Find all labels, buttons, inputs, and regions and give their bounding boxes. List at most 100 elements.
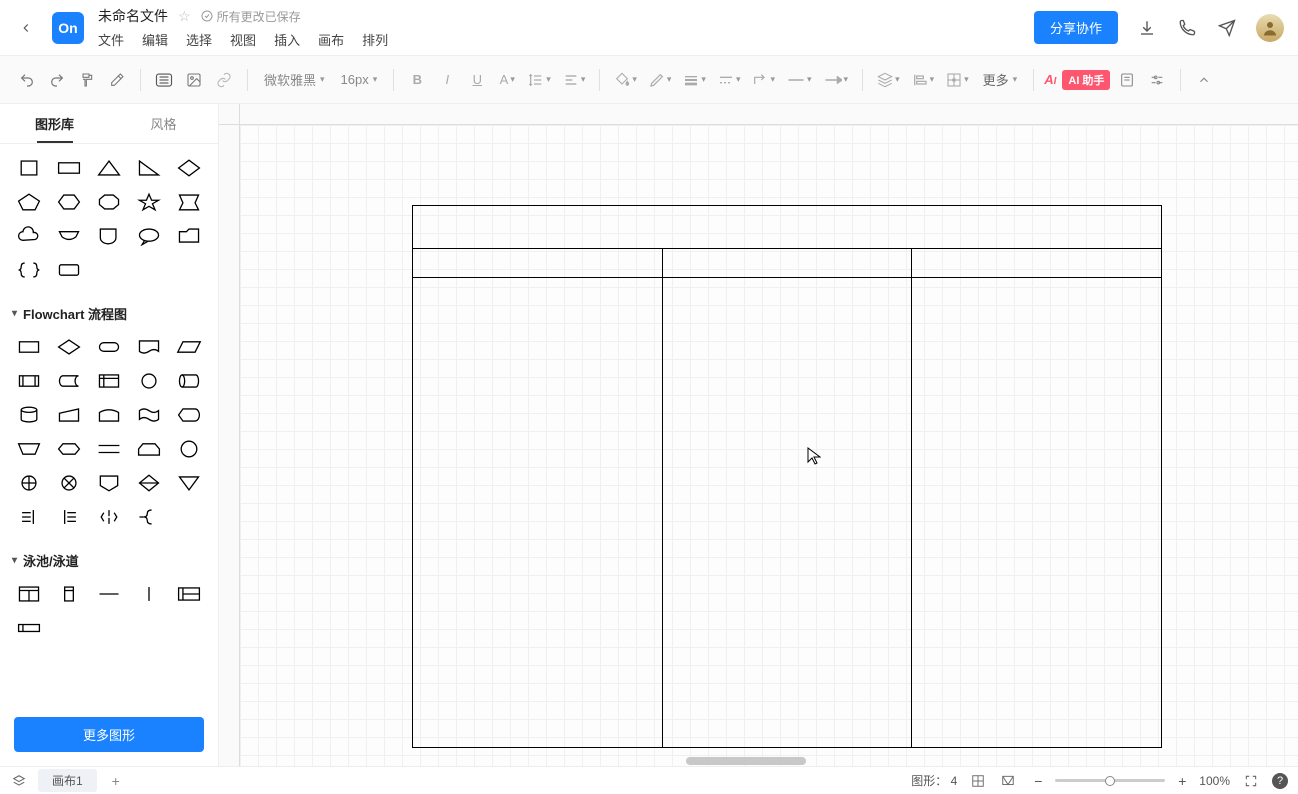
menu-view[interactable]: 视图 xyxy=(230,30,256,49)
swimlane-lane-1[interactable] xyxy=(412,278,663,748)
fc-database[interactable] xyxy=(12,401,46,429)
shape-pentagon[interactable] xyxy=(12,188,46,216)
fc-manual-op[interactable] xyxy=(12,435,46,463)
line-dash-button[interactable]: ▾ xyxy=(714,66,745,94)
eyedropper-button[interactable] xyxy=(104,66,130,94)
fill-color-button[interactable]: ▾ xyxy=(610,66,641,94)
shape-callout[interactable] xyxy=(132,222,166,250)
more-button[interactable]: 更多▾ xyxy=(977,70,1024,89)
undo-button[interactable] xyxy=(14,66,40,94)
ruler-horizontal[interactable] xyxy=(240,104,1298,125)
connector-type-button[interactable]: ▾ xyxy=(748,66,779,94)
group-button[interactable]: ▾ xyxy=(942,66,973,94)
star-icon[interactable]: ☆ xyxy=(178,8,191,25)
fc-process[interactable] xyxy=(12,333,46,361)
shape-rounded-rect-alt[interactable] xyxy=(52,256,86,284)
fc-parallel[interactable] xyxy=(92,435,126,463)
fc-connector[interactable] xyxy=(132,367,166,395)
layers-icon[interactable] xyxy=(10,772,28,790)
container-button[interactable] xyxy=(151,66,177,94)
stroke-color-button[interactable]: ▾ xyxy=(645,66,676,94)
h-scrollbar[interactable] xyxy=(261,756,1298,766)
ruler-vertical[interactable] xyxy=(219,125,240,766)
align-button[interactable]: ▾ xyxy=(559,66,590,94)
fc-predefined[interactable] xyxy=(12,367,46,395)
pool-lane-v[interactable] xyxy=(52,580,86,608)
collapse-panel-button[interactable] xyxy=(1191,66,1217,94)
fc-annotation-r[interactable] xyxy=(12,503,46,531)
ai-assistant-button[interactable]: AI AI 助手 xyxy=(1044,70,1110,90)
redo-button[interactable] xyxy=(44,66,70,94)
canvas[interactable] xyxy=(240,125,1298,766)
font-color-button[interactable]: A▾ xyxy=(494,66,520,94)
shape-library[interactable]: Flowchart 流程图 xyxy=(0,144,218,707)
tab-styles[interactable]: 风格 xyxy=(109,104,218,143)
link-button[interactable] xyxy=(211,66,237,94)
section-pool[interactable]: 泳池/泳道 xyxy=(12,541,210,574)
zoom-thumb[interactable] xyxy=(1105,776,1115,786)
bold-button[interactable]: B xyxy=(404,66,430,94)
fc-annotation-l[interactable] xyxy=(52,503,86,531)
outline-view-icon[interactable] xyxy=(999,772,1017,790)
pool-sep-h[interactable] xyxy=(92,580,126,608)
fc-preparation[interactable] xyxy=(52,435,86,463)
doc-title[interactable]: 未命名文件 xyxy=(98,6,168,26)
page-tab[interactable]: 画布1 xyxy=(38,769,97,792)
shape-rect[interactable] xyxy=(52,154,86,182)
swimlane-header-3[interactable] xyxy=(912,249,1162,278)
fc-sum-junction[interactable] xyxy=(12,469,46,497)
shape-diamond[interactable] xyxy=(172,154,206,182)
fc-card[interactable] xyxy=(92,401,126,429)
shape-octagon[interactable] xyxy=(92,188,126,216)
fc-tape[interactable] xyxy=(132,401,166,429)
fc-database-h[interactable] xyxy=(172,367,206,395)
h-scroll-thumb[interactable] xyxy=(686,757,806,765)
swimlane-shape[interactable] xyxy=(412,205,1162,748)
fc-terminator[interactable] xyxy=(92,333,126,361)
fc-internal-storage[interactable] xyxy=(92,367,126,395)
shape-shield[interactable] xyxy=(172,188,206,216)
zoom-slider[interactable] xyxy=(1055,779,1165,782)
pool-sep-v[interactable] xyxy=(132,580,166,608)
image-button[interactable] xyxy=(181,66,207,94)
share-button[interactable]: 分享协作 xyxy=(1034,11,1118,44)
menu-arrange[interactable]: 排列 xyxy=(362,30,388,49)
pool-v[interactable] xyxy=(12,580,46,608)
note-button[interactable] xyxy=(1114,66,1140,94)
fc-offpage[interactable] xyxy=(92,469,126,497)
fullscreen-icon[interactable] xyxy=(1242,772,1260,790)
font-size-select[interactable]: 16px▾ xyxy=(335,72,384,87)
phone-icon[interactable] xyxy=(1176,17,1198,39)
shape-teardrop[interactable] xyxy=(92,222,126,250)
shape-hexagon[interactable] xyxy=(52,188,86,216)
shape-trapezoid[interactable] xyxy=(52,222,86,250)
settings-button[interactable] xyxy=(1144,66,1170,94)
add-page-button[interactable]: + xyxy=(107,772,125,790)
fc-data[interactable] xyxy=(172,333,206,361)
fc-display[interactable] xyxy=(172,401,206,429)
download-icon[interactable] xyxy=(1136,17,1158,39)
avatar[interactable] xyxy=(1256,14,1284,42)
fc-collate[interactable] xyxy=(92,503,126,531)
menu-edit[interactable]: 编辑 xyxy=(142,30,168,49)
fc-merge[interactable] xyxy=(172,469,206,497)
underline-button[interactable]: U xyxy=(464,66,490,94)
pool-lane-h[interactable] xyxy=(12,614,46,642)
menu-insert[interactable]: 插入 xyxy=(274,30,300,49)
pool-h[interactable] xyxy=(172,580,206,608)
zoom-out-button[interactable]: − xyxy=(1029,772,1047,790)
swimlane-lane-2[interactable] xyxy=(663,278,913,748)
fc-manual-input[interactable] xyxy=(52,401,86,429)
shape-triangle[interactable] xyxy=(92,154,126,182)
shape-square[interactable] xyxy=(12,154,46,182)
menu-file[interactable]: 文件 xyxy=(98,30,124,49)
font-family-select[interactable]: 微软雅黑▾ xyxy=(258,70,331,89)
back-button[interactable] xyxy=(14,16,38,40)
zoom-value[interactable]: 100% xyxy=(1199,774,1230,788)
tab-shapes[interactable]: 图形库 xyxy=(0,104,109,143)
shape-cloud[interactable] xyxy=(12,222,46,250)
fc-stored-data[interactable] xyxy=(52,367,86,395)
shape-folder[interactable] xyxy=(172,222,206,250)
swimlane-header-1[interactable] xyxy=(412,249,663,278)
shape-right-triangle[interactable] xyxy=(132,154,166,182)
